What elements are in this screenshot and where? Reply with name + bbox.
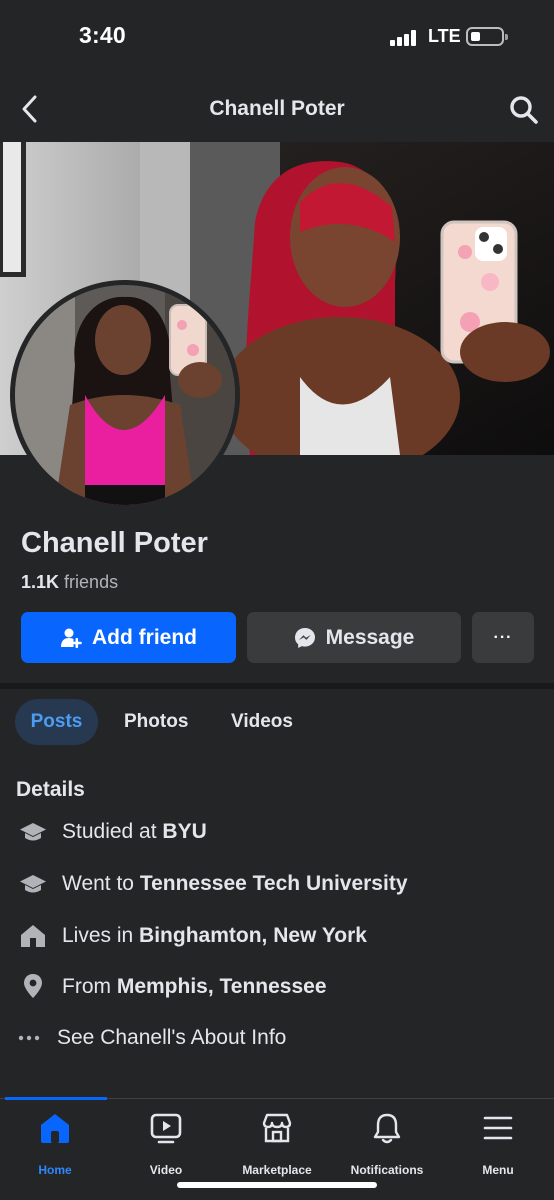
search-button[interactable]: [508, 92, 540, 126]
tab-videos[interactable]: Videos: [231, 699, 293, 745]
details-heading: Details: [16, 778, 85, 801]
tab-posts[interactable]: Posts: [15, 699, 98, 745]
tab-photos[interactable]: Photos: [124, 699, 188, 745]
detail-text-from: From Memphis, Tennessee: [62, 975, 327, 998]
profile-avatar[interactable]: [10, 280, 240, 510]
bell-icon: [373, 1113, 401, 1144]
section-divider: [0, 683, 554, 689]
video-icon: [150, 1113, 182, 1144]
more-options-button[interactable]: ···: [472, 612, 534, 663]
home-icon: [41, 1114, 69, 1143]
status-bar: 3:40 LTE: [0, 0, 554, 76]
profile-picture-image: [15, 285, 235, 505]
graduation-cap-icon: [20, 875, 46, 893]
profile-header: Chanell Poter: [0, 76, 554, 142]
detail-text-studied: Studied at BYU: [62, 820, 207, 843]
nav-menu[interactable]: Menu: [443, 1111, 553, 1177]
graduation-cap-icon: [20, 823, 46, 841]
add-person-icon: [61, 628, 82, 648]
detail-row-lives-in: Lives in Binghamton, New York: [0, 916, 554, 956]
network-type: LTE: [428, 26, 461, 46]
profile-name: Chanell Poter: [21, 527, 208, 559]
more-dots-icon: [18, 1035, 40, 1041]
nav-home[interactable]: Home: [0, 1111, 110, 1177]
location-pin-icon: [24, 974, 42, 998]
nav-notifications[interactable]: Notifications: [332, 1111, 442, 1177]
more-options-icon: ···: [493, 628, 513, 646]
see-about-info-link[interactable]: See Chanell's About Info: [0, 1018, 554, 1058]
message-button[interactable]: Message: [247, 612, 461, 663]
friends-count[interactable]: 1.1K friends: [21, 572, 118, 593]
status-time: 3:40: [79, 22, 126, 48]
nav-notifications-label: Notifications: [350, 1163, 424, 1177]
friends-number: 1.1K: [21, 572, 60, 592]
messenger-icon: [294, 627, 315, 648]
nav-marketplace-label: Marketplace: [242, 1163, 312, 1177]
house-icon: [21, 925, 45, 947]
add-friend-label: Add friend: [92, 625, 197, 649]
nav-marketplace[interactable]: Marketplace: [222, 1111, 332, 1177]
add-friend-button[interactable]: Add friend: [21, 612, 236, 663]
home-indicator: [177, 1182, 377, 1188]
page-title: Chanell Poter: [209, 97, 345, 120]
hamburger-menu-icon: [483, 1116, 513, 1140]
see-about-info-label: See Chanell's About Info: [57, 1026, 287, 1049]
detail-text-went-to: Went to Tennessee Tech University: [62, 872, 408, 895]
nav-video-label: Video: [149, 1163, 183, 1177]
message-label: Message: [325, 625, 415, 649]
detail-row-from: From Memphis, Tennessee: [0, 967, 554, 1007]
nav-menu-label: Menu: [482, 1163, 514, 1177]
marketplace-icon: [262, 1113, 292, 1143]
signal-strength-icon: [390, 30, 418, 46]
active-tab-indicator: [5, 1097, 107, 1100]
detail-row-studied: Studied at BYU: [0, 812, 554, 852]
nav-video[interactable]: Video: [111, 1111, 221, 1177]
friends-label: friends: [64, 572, 119, 592]
detail-row-went-to: Went to Tennessee Tech University: [0, 864, 554, 904]
nav-home-label: Home: [38, 1163, 72, 1177]
battery-icon: [466, 27, 508, 46]
search-icon: [510, 96, 538, 124]
detail-text-lives-in: Lives in Binghamton, New York: [62, 924, 367, 947]
